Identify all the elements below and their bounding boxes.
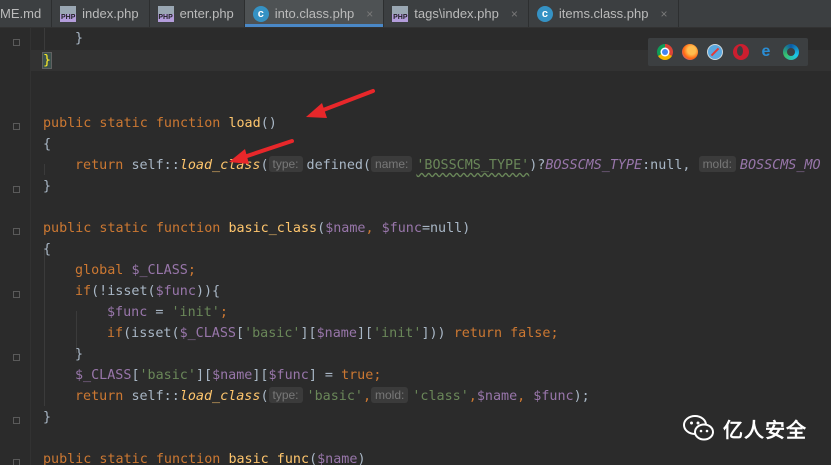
parameter-hint: type: — [268, 387, 303, 403]
php-file-icon: PHP — [60, 5, 77, 22]
code-line: global $_CLASS; — [75, 263, 196, 278]
indent-guide — [44, 248, 45, 406]
tab-tags-index-php[interactable]: PHP tags\index.php × — [384, 0, 529, 27]
php-class-icon: c — [536, 5, 553, 22]
code-line: $_CLASS['basic'][$name][$func] = true; — [75, 368, 382, 383]
matched-brace: } — [41, 52, 53, 69]
fold-marker-icon[interactable] — [13, 459, 20, 465]
tab-readme[interactable]: ME.md — [0, 0, 53, 27]
edge-icon[interactable] — [783, 44, 800, 60]
fold-marker-icon[interactable] — [13, 228, 20, 235]
browser-preview-toolbar: e — [648, 38, 808, 66]
firefox-icon[interactable] — [681, 44, 698, 60]
tab-label: index.php — [82, 6, 139, 21]
function-name: basic_func — [228, 452, 310, 465]
editor-gutter — [0, 28, 31, 465]
code-line: public static function basic_class($name… — [43, 221, 471, 236]
tab-index-php[interactable]: PHP index.php — [52, 0, 150, 27]
php-class-icon: c — [252, 5, 269, 22]
fold-marker-icon[interactable] — [13, 39, 20, 46]
function-name: basic_class — [228, 221, 318, 236]
code-line: $func = 'init'; — [107, 305, 228, 320]
fold-marker-icon[interactable] — [13, 354, 20, 361]
fold-marker-icon[interactable] — [13, 291, 20, 298]
editor-tab-bar: ME.md PHP index.php PHP enter.php c into… — [0, 0, 831, 28]
parameter-hint: name: — [371, 156, 413, 172]
tab-into-class-php[interactable]: c into.class.php × — [244, 0, 385, 27]
parameter-hint: mold: — [371, 387, 409, 403]
function-name: load — [228, 116, 261, 131]
code-line: return self::load_class(type:'basic', mol… — [75, 387, 590, 404]
fold-marker-icon[interactable] — [13, 123, 20, 130]
code-editor[interactable]: } } public static function load() { retu… — [0, 28, 831, 465]
tab-label: into.class.php — [274, 6, 355, 21]
code-line: if(isset($_CLASS['basic'][$name]['init']… — [107, 326, 559, 341]
php-file-icon: PHP — [392, 5, 409, 22]
php-file-icon: PHP — [157, 5, 174, 22]
safari-icon[interactable] — [707, 44, 724, 60]
internet-explorer-icon[interactable]: e — [758, 44, 774, 60]
tab-label: tags\index.php — [414, 6, 499, 21]
tab-enter-php[interactable]: PHP enter.php — [150, 0, 245, 27]
code-line: } — [43, 179, 52, 194]
fold-marker-icon[interactable] — [13, 186, 20, 193]
code-line: } — [43, 410, 52, 425]
watermark: 亿人安全 — [683, 410, 807, 446]
chrome-icon[interactable] — [656, 44, 673, 60]
close-icon[interactable]: × — [660, 7, 667, 21]
code-line: return self::load_class(type: defined(nam… — [75, 156, 821, 173]
tab-items-class-php[interactable]: c items.class.php × — [529, 0, 679, 27]
tab-label: ME.md — [0, 6, 42, 21]
code-line: public static function basic_func($name) — [43, 452, 366, 465]
code-line: if(!isset($func)){ — [75, 284, 221, 299]
code-line: { — [43, 242, 52, 257]
code-line: public static function load() — [43, 116, 277, 131]
code-line: } — [41, 50, 53, 71]
parameter-hint: type: — [268, 156, 303, 172]
watermark-text: 亿人安全 — [723, 417, 807, 442]
close-icon[interactable]: × — [366, 7, 373, 21]
tab-label: enter.php — [179, 6, 234, 21]
wechat-logo-icon — [683, 415, 714, 441]
fold-marker-icon[interactable] — [13, 417, 20, 424]
indent-guide — [44, 164, 45, 175]
close-icon[interactable]: × — [511, 7, 518, 21]
parameter-hint: mold: — [698, 156, 736, 172]
code-line: } — [75, 31, 84, 46]
code-line: } — [75, 347, 84, 362]
code-line: { — [43, 137, 52, 152]
indent-guide — [44, 28, 45, 50]
tab-label: items.class.php — [558, 6, 649, 21]
opera-icon[interactable] — [732, 44, 749, 60]
